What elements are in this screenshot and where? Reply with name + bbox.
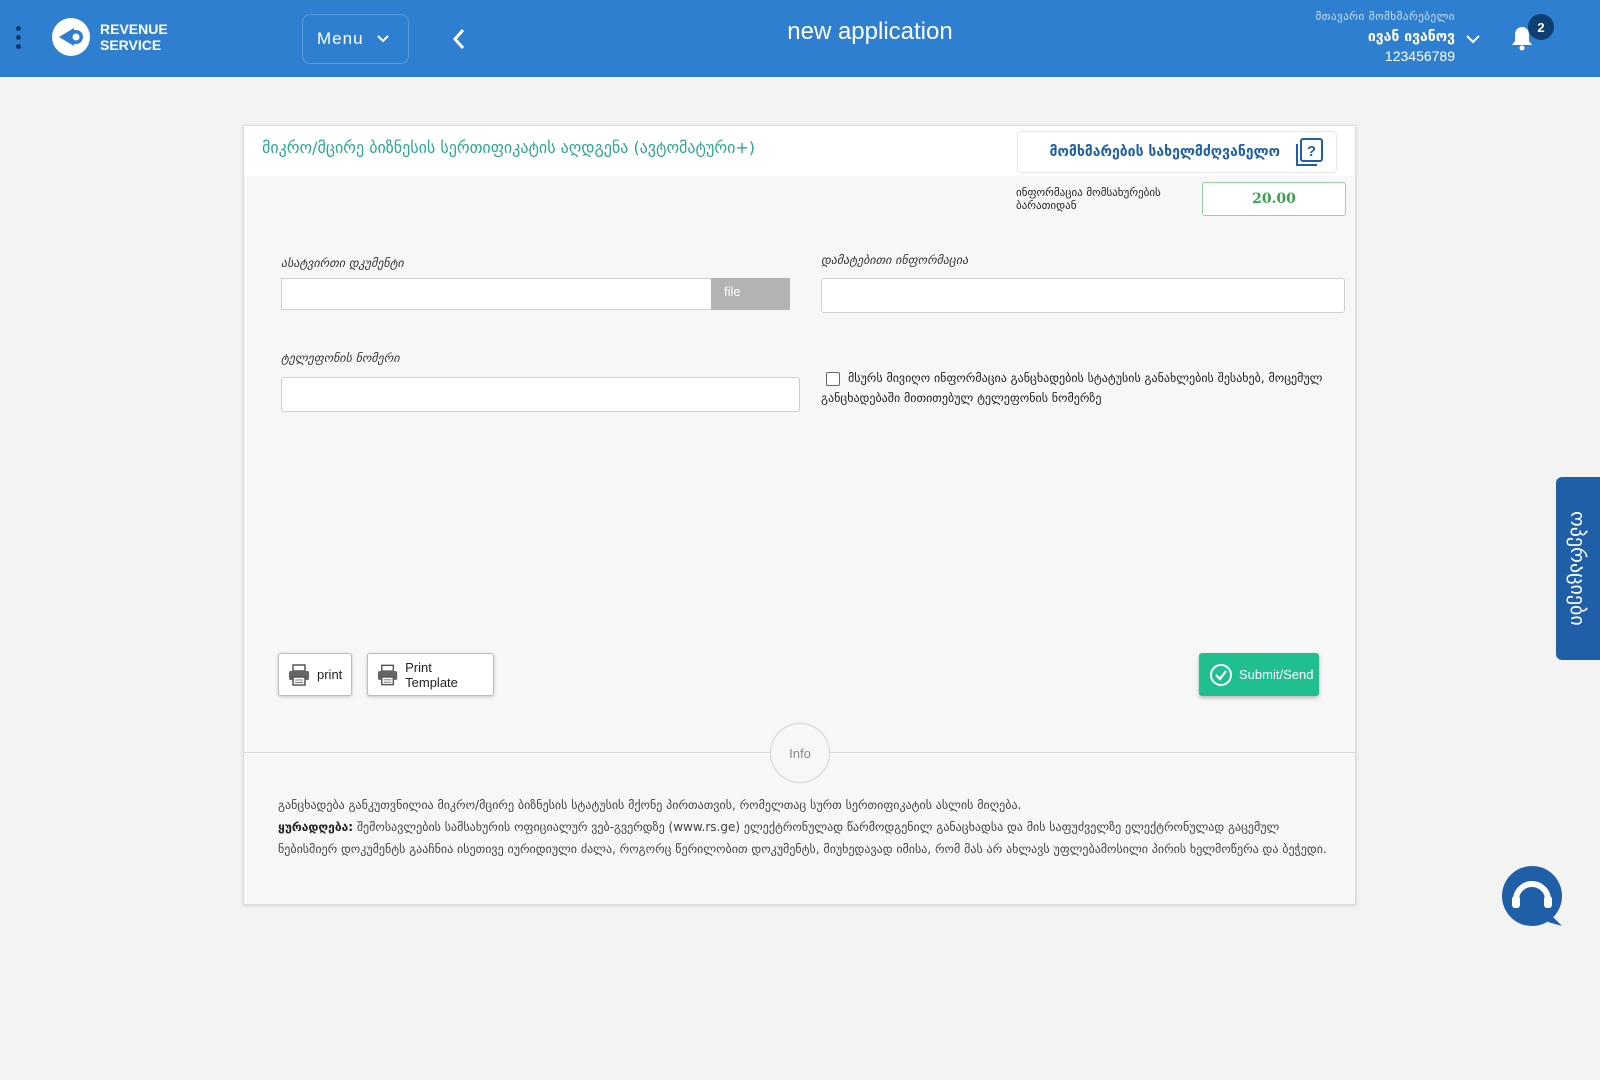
logo[interactable]: REVENUE SERVICE — [50, 15, 168, 59]
sms-notification-checkbox[interactable] — [826, 372, 840, 386]
print-label: print — [317, 667, 343, 682]
sms-notification-text: მსურს მივიღო ინფორმაცია განცხადების სტატ… — [821, 371, 1323, 405]
printer-icon — [377, 664, 398, 685]
info-text: განცხადება განკუთვნილია მიკრო/მცირე ბიზნ… — [278, 794, 1328, 860]
submit-send-label: Submit/Send — [1239, 667, 1314, 682]
chevron-left-icon[interactable] — [449, 26, 469, 52]
page-title: new application — [787, 18, 953, 45]
fee-label: ინფორმაცია მომსახურების ბარათიდან — [1016, 186, 1161, 212]
upload-document-input[interactable] — [281, 278, 711, 310]
chevron-down-icon — [376, 35, 389, 43]
info-badge: Info — [770, 723, 830, 783]
operations-side-tab-label: ოპერაციები — [1566, 511, 1590, 626]
menu-button[interactable]: Menu — [302, 14, 409, 64]
kebab-menu-icon[interactable] — [14, 26, 22, 52]
support-chat-icon[interactable] — [1500, 864, 1566, 930]
logo-text: REVENUE SERVICE — [100, 21, 168, 53]
info-warning-text: შემოსავლების სამსახურის ოფიციალურ ვებ-გვ… — [278, 820, 1327, 856]
form-title: მიკრო/მცირე ბიზნესის სერთიფიკატის აღდგენ… — [262, 138, 756, 157]
print-button[interactable]: print — [278, 653, 352, 696]
menu-label: Menu — [317, 29, 364, 48]
help-book-icon: ? — [1296, 138, 1323, 166]
additional-info-input[interactable] — [821, 278, 1345, 313]
user-guide-button[interactable]: მომხმარების სახელმძღვანელო ? — [1017, 131, 1337, 173]
user-role: მთავარი მომხმარებელი — [1315, 10, 1455, 23]
fee-value: 20.00 — [1202, 182, 1346, 216]
info-warning: ყურადღება: შემოსავლების სამსახურის ოფიცი… — [278, 816, 1328, 860]
user-id: 123456789 — [1384, 48, 1455, 64]
phone-number-label: ტელეფონის ნომერი — [281, 351, 400, 365]
top-bar: REVENUE SERVICE Menu new application მთა… — [0, 0, 1600, 77]
info-description: განცხადება განკუთვნილია მიკრო/მცირე ბიზნ… — [278, 798, 1022, 812]
svg-text:?: ? — [1307, 143, 1316, 160]
additional-info-label: დამატებითი ინფორმაცია — [821, 253, 969, 267]
submit-send-button[interactable]: Submit/Send — [1199, 653, 1319, 696]
application-card: მიკრო/მცირე ბიზნესის სერთიფიკატის აღდგენ… — [243, 125, 1356, 905]
user-guide-label: მომხმარების სახელმძღვანელო — [1049, 144, 1280, 160]
logo-line-2: SERVICE — [100, 37, 162, 53]
print-template-label: Print Template — [405, 659, 458, 690]
logo-line-1: REVENUE — [100, 21, 168, 37]
printer-icon — [289, 663, 309, 686]
operations-side-tab[interactable]: ოპერაციები — [1556, 477, 1600, 660]
file-browse-button[interactable]: file — [711, 278, 790, 310]
print-template-button[interactable]: Print Template — [367, 653, 494, 696]
upload-document-label: ასატვირთი დკუმენტი — [281, 256, 404, 270]
user-name: ივან ივანოვ — [1367, 29, 1455, 45]
notification-badge[interactable]: 2 — [1528, 14, 1554, 40]
phone-number-input[interactable] — [281, 377, 800, 412]
revenue-service-logo — [52, 18, 90, 56]
user-chevron-down-icon[interactable] — [1465, 31, 1481, 47]
card-header: მიკრო/მცირე ბიზნესის სერთიფიკატის აღდგენ… — [244, 126, 1355, 176]
user-info[interactable]: მთავარი მომხმარებელი ივან ივანოვ 1234567… — [1315, 10, 1455, 64]
check-circle-icon — [1210, 663, 1232, 686]
info-warning-label: ყურადღება: — [278, 820, 354, 834]
